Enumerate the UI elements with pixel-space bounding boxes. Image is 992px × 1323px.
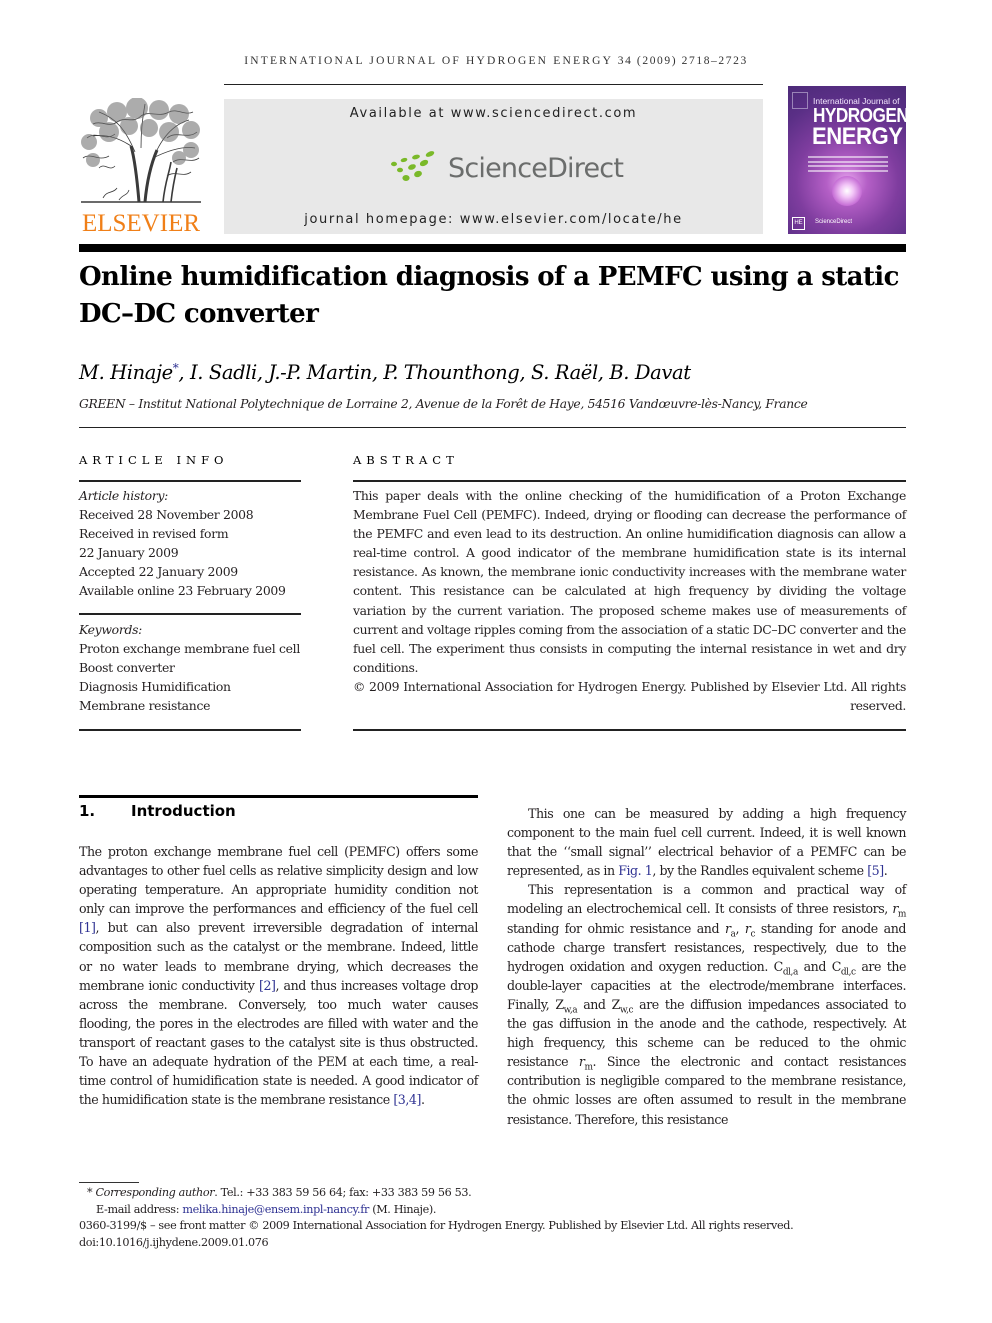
math-symbol: C [773, 958, 784, 974]
history-item: Received in revised form [79, 526, 229, 541]
header-rule [224, 84, 763, 85]
masthead-rule [79, 244, 906, 252]
email-link[interactable]: melika.hinaje@ensem.inpl-nancy.fr [182, 1203, 369, 1216]
elsevier-tree-icon [81, 97, 201, 203]
footnote-mark: * [87, 1186, 93, 1199]
cover-orb-graphic [832, 176, 862, 206]
running-head-journal: International Journal of Hydrogen Energy [244, 55, 613, 67]
doi[interactable]: doi:10.1016/j.ijhydene.2009.01.076 [79, 1235, 906, 1252]
body-paragraph: This representation is a common and prac… [507, 880, 906, 1128]
article-title: Online humidification diagnosis of a PEM… [79, 262, 899, 329]
text-run: . [883, 863, 888, 879]
math-symbol: C [831, 958, 842, 974]
cover-elsevier-mark [792, 92, 808, 109]
abstract-body: This paper deals with the online checkin… [353, 486, 906, 715]
citation-link[interactable]: [3,4] [393, 1092, 421, 1107]
keywords: Keywords: Proton exchange membrane fuel … [79, 620, 309, 715]
running-head: International Journal of Hydrogen Energy… [240, 55, 752, 67]
cover-he-badge: HE [792, 217, 805, 230]
divider [79, 427, 906, 428]
body-column-right: This one can be measured by adding a hig… [507, 804, 906, 1129]
front-matter-note: 0360-3199/$ – see front matter © 2009 In… [79, 1219, 794, 1232]
abstract-paragraph: This paper deals with the online checkin… [353, 488, 906, 675]
text-run: This representation is a common and prac… [507, 882, 906, 917]
footnote-rule [79, 1182, 139, 1183]
sciencedirect-banner: Available at www.sciencedirect.com Scien… [224, 99, 763, 234]
keywords-label: Keywords: [79, 622, 143, 637]
footnotes: * Corresponding author. Tel.: +33 383 59… [79, 1185, 906, 1251]
keyword-item: Diagnosis Humidification [79, 679, 231, 694]
math-subscript: dl,a [782, 967, 799, 978]
email-label: E-mail address: [96, 1202, 183, 1216]
abstract-heading: Abstract [353, 453, 459, 467]
divider [353, 729, 906, 731]
divider [79, 729, 301, 731]
corresponding-author-note: * Corresponding author. Tel.: +33 383 59… [79, 1185, 906, 1202]
author-list: M. Hinaje*, I. Sadli, J.-P. Martin, P. T… [79, 361, 691, 384]
math-subscript: w,c [619, 1005, 634, 1016]
article-history: Article history: Received 28 November 20… [79, 486, 309, 600]
article-info-heading: Article info [79, 453, 229, 467]
divider [79, 480, 301, 482]
elsevier-wordmark: ELSEVIER [81, 210, 201, 237]
body-paragraph: This one can be measured by adding a hig… [507, 804, 906, 880]
text-run: , [735, 920, 745, 936]
keyword-item: Boost converter [79, 660, 175, 675]
elsevier-logo[interactable]: ELSEVIER [79, 97, 203, 238]
affiliation: GREEN – Institut National Polytechnique … [79, 397, 808, 411]
text-run: , by the Randles equivalent scheme [652, 863, 868, 879]
article-history-label: Article history: [79, 488, 169, 503]
text-run: The proton exchange membrane fuel cell (… [79, 844, 478, 917]
math-subscript: m [584, 1062, 593, 1073]
section-title: Introduction [131, 802, 236, 820]
cover-sciencedirect: ScienceDirect [815, 219, 853, 225]
citation-link[interactable]: [2] [259, 978, 276, 993]
sciencedirect-logo[interactable]: ScienceDirect [390, 148, 624, 188]
available-at-link[interactable]: Available at www.sciencedirect.com [224, 106, 763, 121]
section-number: 1. [79, 802, 96, 820]
sciencedirect-wordmark: ScienceDirect [448, 152, 624, 184]
cover-line-3: ENERGY [812, 123, 903, 150]
author-first[interactable]: M. Hinaje [79, 361, 173, 384]
text-run: standing for ohmic resistance and [507, 920, 725, 936]
history-item: 22 January 2009 [79, 545, 179, 560]
keyword-item: Membrane resistance [79, 698, 211, 713]
keyword-item: Proton exchange membrane fuel cell [79, 641, 301, 656]
math-subscript: w,a [563, 1005, 578, 1016]
email-note: E-mail address: melika.hinaje@ensem.inpl… [79, 1202, 906, 1219]
history-item: Received 28 November 2008 [79, 507, 254, 522]
cover-editor-lines [808, 156, 888, 174]
divider [79, 613, 301, 615]
math-symbol: Z [555, 996, 564, 1012]
body-column-left: The proton exchange membrane fuel cell (… [79, 842, 478, 1109]
section-heading-introduction: 1. Introduction [79, 802, 236, 820]
journal-cover-image[interactable]: International Journal of HYDROGEN ENERGY… [788, 86, 906, 234]
journal-homepage-link[interactable]: journal homepage: www.elsevier.com/locat… [224, 212, 763, 227]
section-rule [79, 795, 478, 798]
divider [353, 480, 906, 482]
history-item: Available online 23 February 2009 [79, 583, 286, 598]
corresponding-label: Corresponding author [95, 1186, 215, 1199]
email-owner: (M. Hinaje). [368, 1202, 437, 1216]
history-item: Accepted 22 January 2009 [79, 564, 238, 579]
contact-details: . Tel.: +33 383 59 56 64; fax: +33 383 5… [214, 1186, 472, 1199]
author-rest: , I. Sadli, J.-P. Martin, P. Thounthong,… [178, 361, 691, 384]
running-head-issue: 34 (2009) 2718–2723 [617, 55, 748, 67]
citation-link[interactable]: [5] [867, 863, 884, 878]
body-paragraph: The proton exchange membrane fuel cell (… [79, 842, 478, 1109]
text-run: , and thus increases voltage drop across… [79, 977, 478, 1108]
citation-link[interactable]: [1] [79, 920, 96, 935]
figure-link[interactable]: Fig. 1 [618, 863, 653, 878]
text-run: and [577, 996, 612, 1012]
text-run: . [420, 1092, 425, 1108]
math-subscript: m [897, 909, 907, 920]
abstract-copyright: © 2009 International Association for Hyd… [353, 678, 906, 714]
math-symbol: Z [611, 996, 621, 1012]
text-run: and [797, 958, 832, 974]
sciencedirect-dots-icon [391, 151, 435, 181]
math-subscript: dl,c [840, 967, 856, 978]
